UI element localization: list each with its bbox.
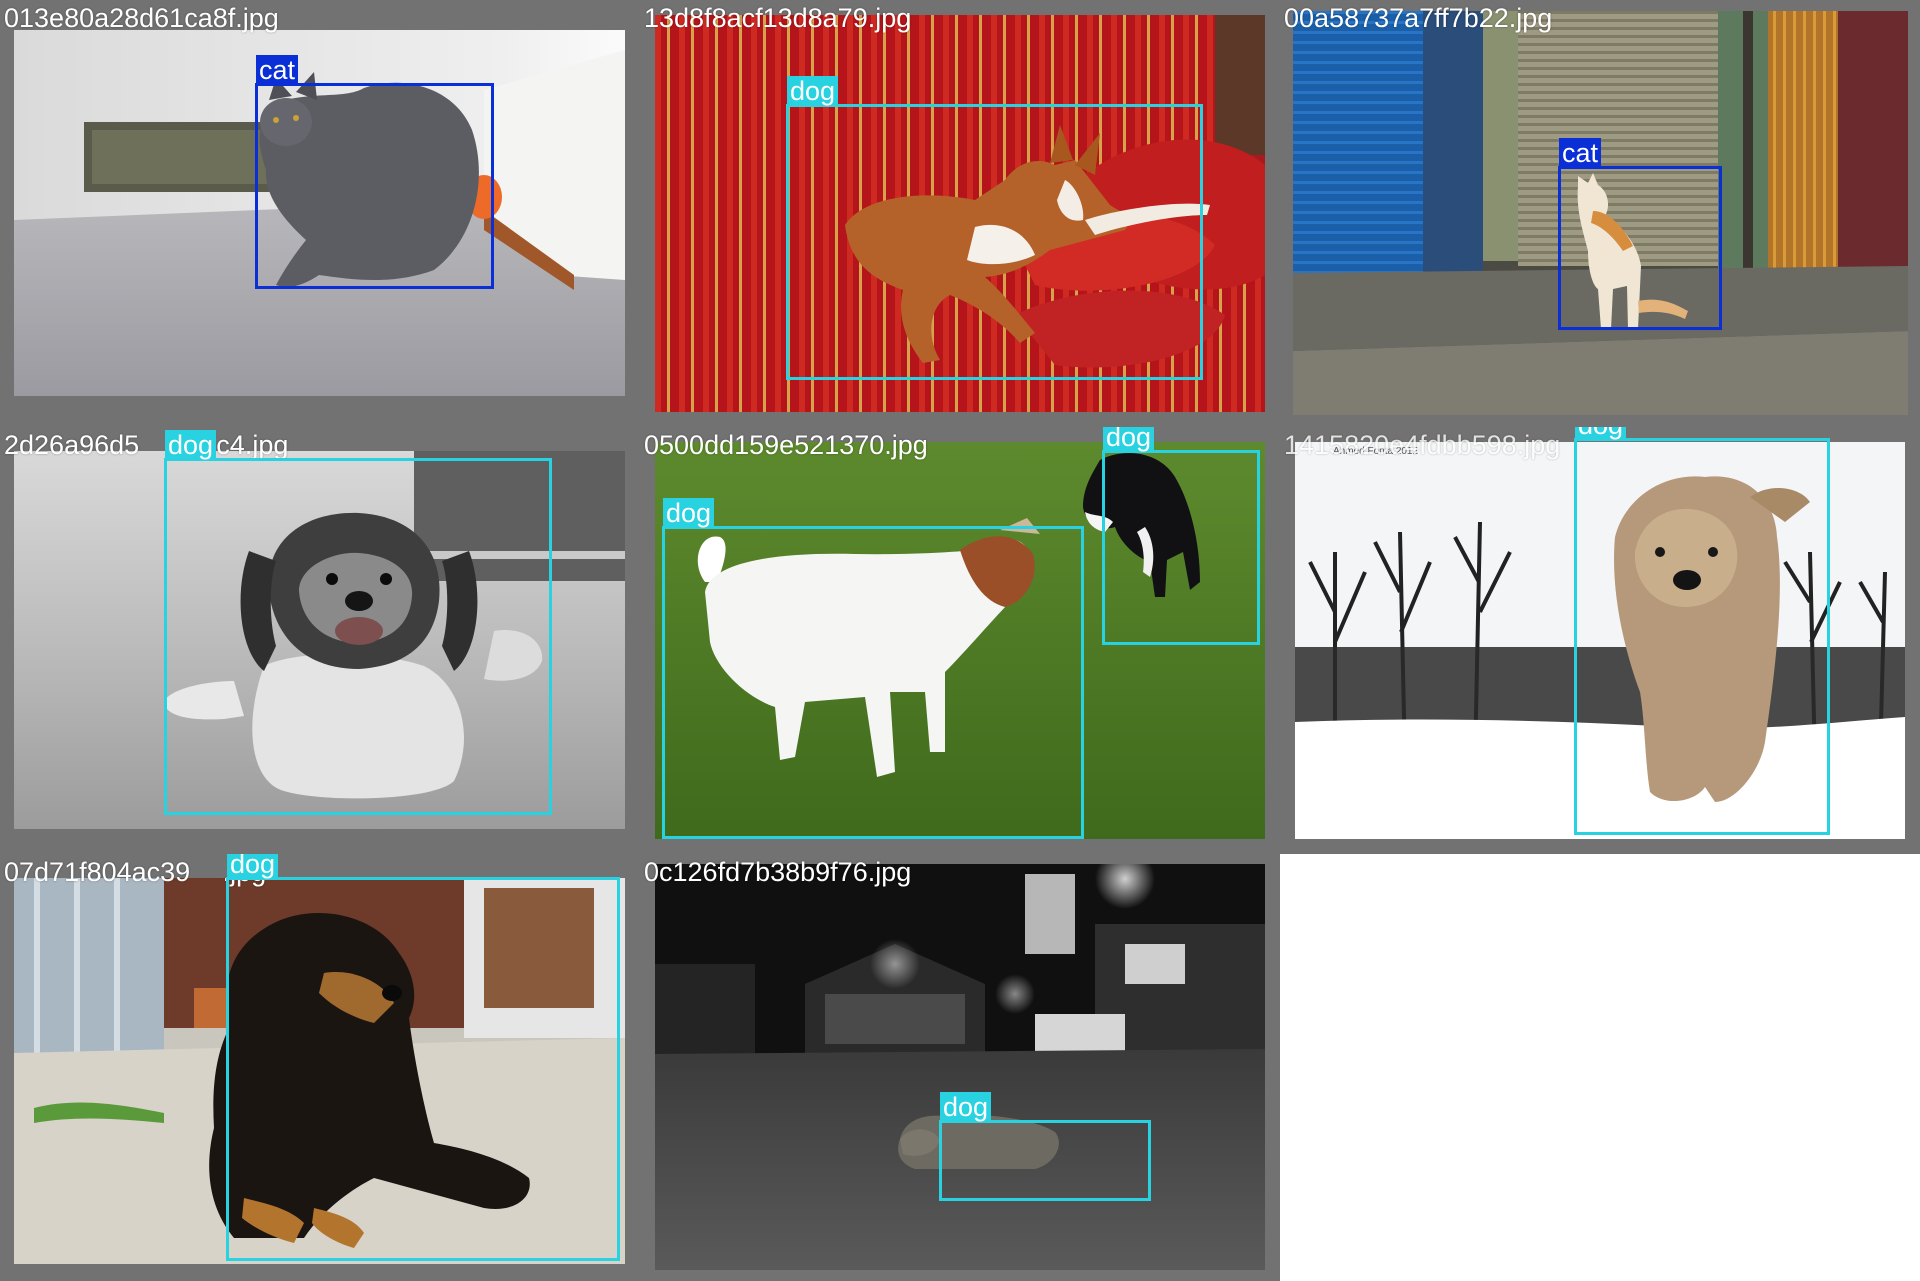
detection-box-cat[interactable]: cat [255, 55, 494, 289]
image-tile[interactable]: Ahmed Fonta 2012 1415820e4fdbb598.jpg do… [1280, 427, 1920, 854]
class-label-dog: dog [165, 430, 217, 461]
photo-night-street-dog [655, 864, 1265, 1270]
detection-box-dog[interactable]: dog [939, 1092, 1151, 1201]
class-label-cat: cat [1559, 138, 1602, 169]
class-label-dog: dog [1103, 427, 1155, 453]
class-label-cat: cat [256, 55, 299, 86]
class-label-dog: dog [787, 76, 839, 107]
image-tile[interactable]: 00a58737a7ff7b22.jpg cat [1280, 0, 1920, 427]
image-tile[interactable]: 013e80a28d61ca8f.jpg cat [0, 0, 640, 427]
tile-filename: 0500dd159e521370.jpg [644, 430, 928, 460]
detection-box-cat[interactable]: cat [1558, 138, 1722, 330]
image-tile[interactable]: 2d26a96d5 c7c4.jpg dog [0, 427, 640, 854]
detection-box-dog[interactable]: dog [164, 430, 552, 815]
image-tile[interactable]: 13d8f8acf13d8a79.jpg dog [640, 0, 1280, 427]
detection-mosaic: 013e80a28d61ca8f.jpg cat 13d8f8acf13d8a7… [0, 0, 1920, 1281]
tile-filename: 13d8f8acf13d8a79.jpg [644, 3, 912, 33]
class-label-dog: dog [663, 498, 715, 529]
tile-filename: 1415820e4fdbb598.jpg [1284, 430, 1561, 460]
detection-box-dog[interactable]: dog [786, 76, 1203, 380]
class-label-dog: dog [227, 854, 279, 880]
photo-illustration [655, 864, 1265, 1270]
class-label-dog: dog [1575, 427, 1627, 441]
image-tile[interactable]: 0500dd159e521370.jpg dog dog [640, 427, 1280, 854]
image-tile[interactable]: 07d71f804ac39 .jpg dog [0, 854, 640, 1281]
tile-filename: 00a58737a7ff7b22.jpg [1284, 3, 1553, 33]
image-tile[interactable]: 0c126fd7b38b9f76.jpg dog [640, 854, 1280, 1281]
detection-box-dog[interactable]: dog [1574, 427, 1830, 835]
tile-filename: 0c126fd7b38b9f76.jpg [644, 857, 912, 887]
tile-filename: 2d26a96d5 c7c4.jpg [4, 430, 289, 460]
detection-box-dog[interactable]: dog [662, 498, 1084, 839]
class-label-dog: dog [940, 1092, 992, 1123]
detection-box-dog[interactable]: dog [226, 854, 620, 1261]
tile-filename: 013e80a28d61ca8f.jpg [4, 3, 279, 33]
detection-box-dog[interactable]: dog [1102, 427, 1260, 645]
